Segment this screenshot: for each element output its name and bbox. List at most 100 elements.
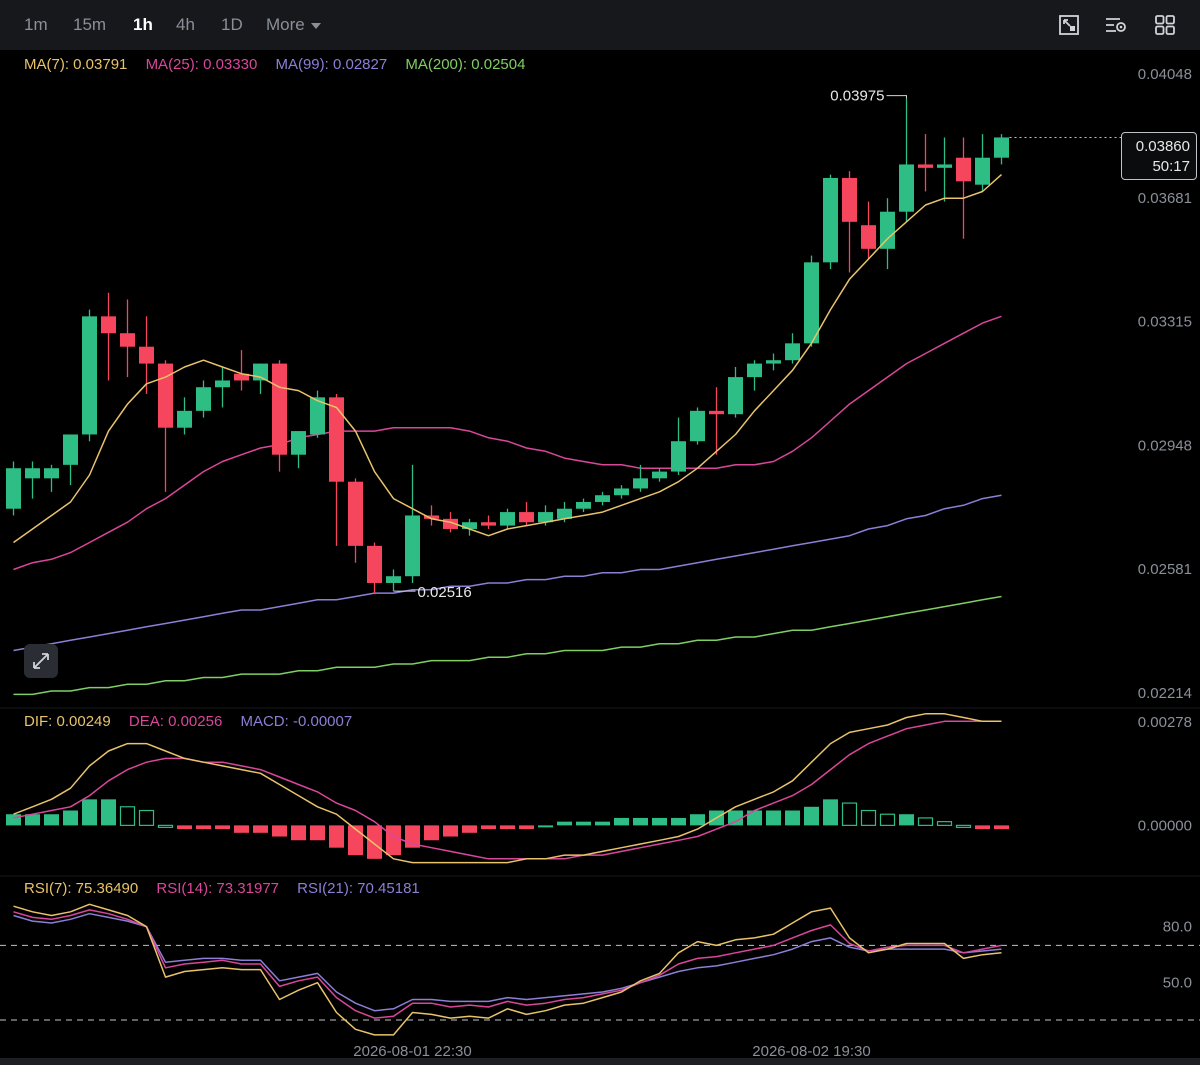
candle-body [842, 177, 857, 222]
price-tick-label: 0.03681 [1138, 190, 1192, 207]
candle-body [671, 441, 686, 472]
candle-body [652, 471, 667, 479]
macd-histogram-bar [157, 824, 174, 828]
candle-body [215, 380, 230, 388]
macd-histogram-bar [576, 821, 591, 826]
macd-tick-label: 0.00000 [1138, 817, 1192, 834]
candle-body [25, 468, 40, 479]
macd-histogram-bar [860, 809, 877, 826]
macd-histogram-bar [633, 817, 648, 826]
price-tick-label: 0.02214 [1138, 685, 1192, 702]
macd-histogram-bar [386, 825, 401, 856]
price-chart[interactable]: 0.04048 0.03681 0.03315 0.02948 0.02581 0.022… [0, 0, 1200, 1065]
candle-body [899, 164, 914, 212]
macd-histogram-bar [500, 825, 515, 830]
dea-legend: DEA: 0.00256 [128, 713, 223, 730]
macd-value-legend: MACD: -0.00007 [240, 713, 353, 730]
candle-body [614, 488, 629, 496]
rsi-tick-label: 80.0 [1163, 919, 1192, 936]
macd-histogram-bar [671, 817, 686, 826]
bottom-scrollbar[interactable] [0, 1058, 1200, 1065]
rsi-legend: RSI(7): 75.36490 RSI(14): 73.31977 RSI(2… [24, 880, 434, 897]
ma7-line [13, 174, 1002, 544]
ma-legend: MA(7): 0.03791 MA(25): 0.03330 MA(99): 0… [24, 56, 539, 73]
candle-body [272, 363, 287, 455]
expand-chart-button[interactable] [24, 644, 58, 678]
macd-histogram-bar [310, 825, 325, 841]
candle-body [709, 410, 724, 415]
macd-histogram-bar [367, 825, 382, 859]
candle-body [462, 522, 477, 529]
macd-histogram-bar [841, 802, 858, 826]
expand-arrows-icon [33, 653, 49, 669]
rsi-tick-label: 50.0 [1163, 975, 1192, 992]
candle-body [823, 177, 838, 263]
candle-body [386, 576, 401, 583]
ma25-line [13, 315, 1002, 571]
macd-histogram-bar [253, 825, 268, 833]
macd-histogram-bar [936, 821, 953, 826]
rsi21-line [13, 912, 1002, 1012]
candle-body [348, 481, 363, 546]
candle-body [405, 515, 420, 577]
ma25-legend: MA(25): 0.03330 [145, 56, 258, 73]
current-price-value: 0.03860 [1135, 138, 1190, 155]
macd-histogram-bar [785, 810, 800, 826]
macd-histogram-bar [481, 825, 496, 830]
ma200-legend: MA(200): 0.02504 [405, 56, 526, 73]
macd-histogram-bar [443, 825, 458, 837]
macd-histogram-bar [101, 799, 116, 826]
macd-histogram-bar [44, 814, 59, 826]
candle-body [120, 333, 135, 347]
macd-histogram-bar [6, 814, 21, 826]
candle-body [766, 360, 781, 364]
candle-body [500, 512, 515, 526]
macd-histogram-bar [690, 814, 705, 826]
macd-histogram-bar [804, 806, 819, 826]
candle-body [918, 164, 933, 168]
macd-histogram-bar [557, 821, 572, 826]
ma200-line [13, 595, 1002, 696]
ma99-legend: MA(99): 0.02827 [275, 56, 388, 73]
macd-histogram-bar [766, 810, 781, 826]
macd-histogram-bar [899, 814, 914, 826]
macd-histogram-bar [519, 825, 534, 830]
candle-countdown: 50:17 [1152, 158, 1190, 175]
macd-legend: DIF: 0.00249 DEA: 0.00256 MACD: -0.00007 [24, 713, 366, 730]
candle-body [158, 363, 173, 428]
macd-histogram-bar [177, 825, 192, 830]
low-price-label: 0.02516 [418, 584, 472, 601]
macd-histogram-bar [994, 825, 1009, 830]
candle-body [633, 478, 648, 489]
candle-body [690, 410, 705, 442]
dea-line [13, 720, 1002, 860]
macd-histogram-bar [975, 825, 990, 830]
candle-body [177, 410, 192, 428]
candle-body [6, 468, 21, 509]
current-price-label: 0.03860 50:17 [1121, 132, 1197, 180]
candle-body [804, 262, 819, 344]
high-marker-line [886, 95, 907, 99]
candle-body [63, 434, 78, 465]
candle-body [82, 316, 97, 435]
candle-body [975, 157, 990, 185]
macd-histogram-bar [917, 817, 934, 826]
candle-body [576, 501, 591, 509]
price-tick-label: 0.02581 [1138, 561, 1192, 578]
candle-body [367, 545, 382, 583]
macd-histogram-bar [462, 825, 477, 833]
macd-histogram-bar [652, 817, 667, 826]
rsi7-legend: RSI(7): 75.36490 [24, 880, 139, 897]
price-tick-label: 0.04048 [1138, 66, 1192, 83]
macd-histogram-bar [234, 825, 249, 833]
candle-body [519, 512, 534, 523]
macd-histogram-bar [272, 825, 287, 837]
macd-histogram-bar [82, 799, 97, 826]
dif-legend: DIF: 0.00249 [24, 713, 111, 730]
candle-body [139, 346, 154, 364]
candle-body [291, 431, 306, 455]
dif-line [13, 713, 1002, 864]
macd-histogram-bar [196, 825, 211, 830]
macd-histogram-bar [538, 825, 553, 828]
macd-histogram-bar [329, 825, 344, 848]
